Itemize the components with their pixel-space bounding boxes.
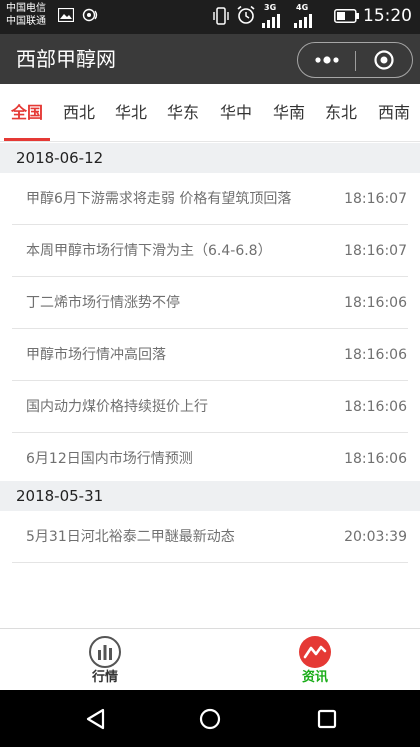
date-group-header: 2018-05-31 (0, 481, 420, 511)
signal-icon (262, 14, 280, 28)
news-title: 国内动力煤价格持续挺价上行 (26, 399, 208, 415)
news-item[interactable]: 国内动力煤价格持续挺价上行 18:16:06 (12, 381, 408, 433)
news-item[interactable]: 本周甲醇市场行情下滑为主（6.4-6.8） 18:16:07 (12, 225, 408, 277)
news-item[interactable]: 6月12日国内市场行情预测 18:16:06 (12, 433, 408, 485)
bottom-tab-bar: 行情 资讯 (0, 628, 420, 690)
news-item[interactable]: 丁二烯市场行情涨势不停 18:16:06 (12, 277, 408, 329)
system-nav-bar (0, 690, 420, 747)
tab-southwest[interactable]: 西南 (374, 102, 414, 124)
active-tab-indicator (4, 138, 50, 141)
news-item[interactable]: 5月31日河北裕泰二甲醚最新动态 20:03:39 (12, 511, 408, 563)
back-icon[interactable] (82, 705, 110, 733)
bottom-tab-market[interactable]: 行情 (0, 629, 210, 691)
tab-north-china[interactable]: 华北 (111, 102, 151, 124)
bottom-tab-label: 资讯 (301, 670, 328, 685)
network-4g-label: 4G (296, 3, 309, 12)
news-time: 18:16:06 (344, 399, 407, 415)
news-title: 甲醇6月下游需求将走弱 价格有望筑顶回落 (26, 191, 292, 207)
mini-program-capsule (297, 42, 413, 78)
home-icon[interactable] (196, 705, 224, 733)
more-dots-icon (314, 56, 339, 64)
carrier-1: 中国电信 (6, 3, 46, 14)
bottom-tab-news[interactable]: 资讯 (210, 629, 420, 691)
signal-icon (294, 14, 312, 28)
more-button[interactable] (298, 43, 355, 77)
news-trend-icon (299, 636, 331, 668)
tab-northeast[interactable]: 东北 (321, 102, 361, 124)
app-header: 西部甲醇网 (0, 34, 420, 84)
market-chart-icon (89, 636, 121, 668)
image-icon (58, 8, 74, 22)
date-group-header: 2018-06-12 (0, 143, 420, 173)
target-close-icon (374, 50, 394, 70)
news-time: 18:16:06 (344, 295, 407, 311)
battery-icon (334, 9, 359, 23)
status-time: 15:20 (363, 6, 412, 26)
carrier-2: 中国联通 (6, 16, 46, 27)
news-title: 丁二烯市场行情涨势不停 (26, 295, 180, 311)
group-date: 2018-05-31 (16, 487, 104, 505)
news-item[interactable]: 甲醇市场行情冲高回落 18:16:06 (12, 329, 408, 381)
news-title: 5月31日河北裕泰二甲醚最新动态 (26, 529, 235, 545)
news-title: 甲醇市场行情冲高回落 (26, 347, 166, 363)
news-time: 18:16:07 (344, 191, 407, 207)
recents-icon[interactable] (313, 705, 341, 733)
carrier-info: 中国电信 中国联通 (6, 2, 46, 28)
news-title: 6月12日国内市场行情预测 (26, 451, 193, 467)
app-root: 中国电信 中国联通 3G 4G 15:20 西部甲醇网 全国 西北 华北 华东 … (0, 0, 420, 747)
vibrate-icon (213, 7, 229, 25)
network-3g-label: 3G (264, 3, 277, 12)
news-time: 18:16:06 (344, 451, 407, 467)
alarm-icon (237, 5, 255, 24)
tab-central-china[interactable]: 华中 (216, 102, 256, 124)
group-date: 2018-06-12 (16, 149, 104, 167)
close-mini-program-button[interactable] (356, 43, 412, 77)
tab-east-china[interactable]: 华东 (163, 102, 203, 124)
bottom-tab-label: 行情 (91, 670, 118, 685)
radio-icon (82, 8, 98, 22)
news-time: 18:16:07 (344, 243, 407, 259)
region-tabs: 全国 西北 华北 华东 华中 华南 东北 西南 (0, 84, 420, 142)
status-bar: 中国电信 中国联通 3G 4G 15:20 (0, 0, 420, 34)
tab-south-china[interactable]: 华南 (269, 102, 309, 124)
tab-northwest[interactable]: 西北 (59, 102, 99, 124)
news-time: 18:16:06 (344, 347, 407, 363)
tab-national[interactable]: 全国 (7, 102, 47, 124)
page-title: 西部甲醇网 (16, 47, 116, 71)
news-time: 20:03:39 (344, 529, 407, 545)
news-title: 本周甲醇市场行情下滑为主（6.4-6.8） (26, 243, 272, 259)
news-item[interactable]: 甲醇6月下游需求将走弱 价格有望筑顶回落 18:16:07 (12, 173, 408, 225)
